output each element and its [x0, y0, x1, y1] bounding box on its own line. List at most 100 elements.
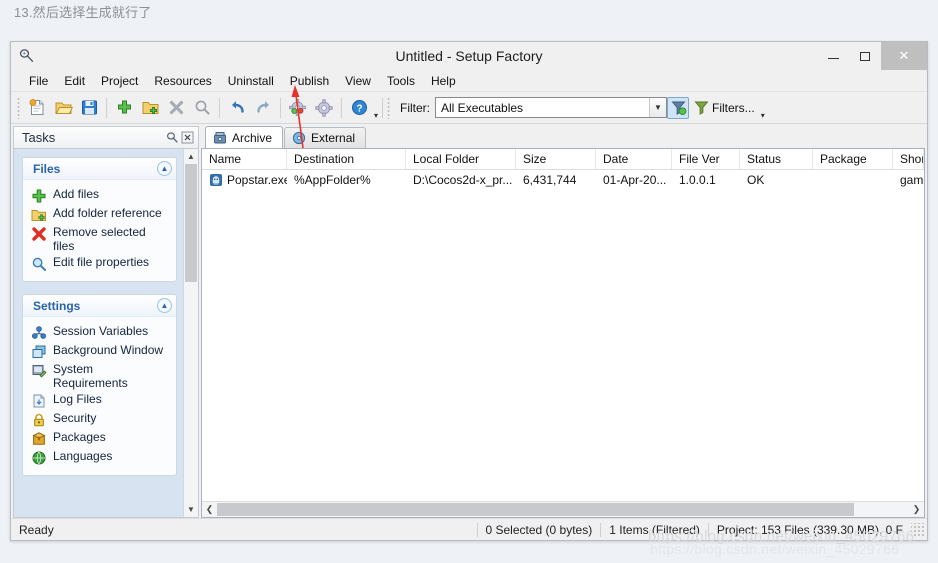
globe-icon: [31, 450, 47, 466]
file-list-header: Name Destination Local Folder Size Date …: [202, 149, 924, 170]
tasks-scroll-thumb[interactable]: [185, 164, 197, 282]
task-group-settings: Settings ▲ Session Variables Background …: [22, 294, 177, 476]
column-header-package[interactable]: Package: [813, 149, 893, 169]
hscroll-thumb[interactable]: [217, 503, 854, 516]
filters-button[interactable]: Filters...: [689, 97, 759, 118]
column-header-shortcut[interactable]: Shortc: [893, 149, 924, 169]
task-packages[interactable]: Packages: [29, 429, 172, 448]
tasks-vertical-scrollbar[interactable]: ▲ ▼: [183, 149, 198, 517]
chevron-up-icon[interactable]: ▲: [157, 161, 172, 176]
minimize-button[interactable]: [817, 42, 849, 70]
chevron-down-icon[interactable]: ▼: [649, 98, 667, 117]
menu-item-publish[interactable]: Publish: [282, 72, 337, 90]
close-button[interactable]: ✕: [881, 42, 927, 70]
settings-button[interactable]: [311, 95, 337, 121]
task-security[interactable]: Security: [29, 410, 172, 429]
table-row[interactable]: Popstar.exe %AppFolder% D:\Cocos2d-x_pr.…: [202, 170, 924, 190]
add-files-button[interactable]: [111, 95, 137, 121]
file-list-horizontal-scrollbar[interactable]: ❮ ❯: [202, 501, 924, 517]
magnifier-icon: [31, 256, 47, 272]
maximize-button[interactable]: [849, 42, 881, 70]
filter-bar-grip[interactable]: [387, 96, 391, 119]
cell-name: Popstar.exe: [202, 173, 287, 187]
session-variables-icon: [31, 325, 47, 341]
task-log-files[interactable]: Log Files: [29, 391, 172, 410]
task-group-files-items: Add files Add folder reference Remove se…: [23, 180, 176, 281]
tasks-scroll-track[interactable]: [184, 164, 198, 502]
task-packages-label: Packages: [53, 430, 106, 444]
column-header-date[interactable]: Date: [596, 149, 672, 169]
task-group-files-header[interactable]: Files ▲: [23, 158, 176, 180]
chevron-right-icon[interactable]: ❯: [909, 502, 924, 517]
cell-shortcut: game: [900, 173, 924, 187]
tab-archive-label: Archive: [232, 130, 273, 145]
cell-status: OK: [747, 173, 765, 187]
column-header-destination[interactable]: Destination: [287, 149, 406, 169]
filter-value: All Executables: [441, 100, 524, 115]
toolbar-grip[interactable]: [17, 96, 20, 119]
column-header-size[interactable]: Size: [516, 149, 596, 169]
task-edit-file-properties[interactable]: Edit file properties: [29, 254, 172, 273]
menu-item-tools[interactable]: Tools: [379, 72, 423, 90]
folder-add-icon: [31, 207, 47, 223]
window-title: Untitled - Setup Factory: [395, 48, 543, 64]
menu-item-help[interactable]: Help: [423, 72, 464, 90]
svg-text:?: ?: [356, 103, 362, 114]
undo-icon: [231, 101, 244, 113]
pin-icon[interactable]: [165, 130, 180, 145]
menu-item-view[interactable]: View: [337, 72, 379, 90]
edit-properties-button[interactable]: [189, 95, 215, 121]
menu-item-project[interactable]: Project: [93, 72, 146, 90]
menu-item-file[interactable]: File: [21, 72, 56, 90]
new-project-button[interactable]: [24, 95, 50, 121]
task-add-folder-reference[interactable]: Add folder reference: [29, 205, 172, 224]
tasks-panel: Tasks Files ▲ Add files Add folder refer…: [13, 126, 199, 518]
save-project-button[interactable]: [76, 95, 102, 121]
help-button[interactable]: ?: [346, 95, 372, 121]
scroll-down-arrow-icon[interactable]: ▼: [184, 502, 198, 517]
chevron-up-icon[interactable]: ▲: [157, 298, 172, 313]
tab-external[interactable]: External: [284, 127, 367, 148]
menu-item-resources[interactable]: Resources: [146, 72, 219, 90]
remove-files-button[interactable]: [163, 95, 189, 121]
column-header-name[interactable]: Name: [202, 149, 287, 169]
resize-grip[interactable]: [911, 522, 925, 537]
build-button[interactable]: [285, 95, 311, 121]
redo-button[interactable]: [250, 95, 276, 121]
task-languages-label: Languages: [53, 449, 113, 463]
column-header-file-ver[interactable]: File Ver: [672, 149, 740, 169]
close-icon[interactable]: [180, 130, 195, 145]
green-plus-icon: [31, 188, 47, 204]
task-languages[interactable]: Languages: [29, 448, 172, 467]
filter-label: Filter:: [400, 100, 431, 115]
archive-icon: [213, 131, 227, 145]
column-header-status[interactable]: Status: [740, 149, 813, 169]
scroll-up-arrow-icon[interactable]: ▲: [184, 149, 198, 164]
minimize-icon: [827, 58, 839, 59]
apply-filter-button[interactable]: [667, 96, 690, 119]
task-group-settings-items: Session Variables Background Window Syst…: [23, 317, 176, 475]
task-system-requirements[interactable]: System Requirements: [29, 361, 172, 391]
task-edit-file-properties-label: Edit file properties: [53, 255, 150, 269]
column-header-local-folder[interactable]: Local Folder: [406, 149, 516, 169]
task-group-files-title: Files: [33, 161, 61, 176]
open-project-button[interactable]: [50, 95, 76, 121]
filters-overflow-caret[interactable]: ▾: [761, 111, 765, 120]
chevron-left-icon[interactable]: ❮: [202, 502, 217, 517]
menu-item-uninstall[interactable]: Uninstall: [220, 72, 282, 90]
undo-button[interactable]: [224, 95, 250, 121]
task-remove-selected-files[interactable]: Remove selected files: [29, 224, 172, 254]
tab-archive[interactable]: Archive: [205, 126, 284, 148]
hscroll-track[interactable]: [217, 502, 909, 517]
package-icon: [31, 431, 47, 447]
toolbar-overflow-caret[interactable]: ▾: [374, 111, 378, 120]
add-folder-button[interactable]: [137, 95, 163, 121]
menu-bar: File Edit Project Resources Uninstall Pu…: [11, 70, 927, 92]
add-folder-icon: [142, 102, 158, 114]
filter-combobox[interactable]: All Executables ▼: [435, 97, 668, 118]
menu-item-edit[interactable]: Edit: [56, 72, 93, 90]
task-session-variables[interactable]: Session Variables: [29, 323, 172, 342]
task-group-settings-header[interactable]: Settings ▲: [23, 295, 176, 317]
task-background-window[interactable]: Background Window: [29, 342, 172, 361]
task-add-files[interactable]: Add files: [29, 186, 172, 205]
